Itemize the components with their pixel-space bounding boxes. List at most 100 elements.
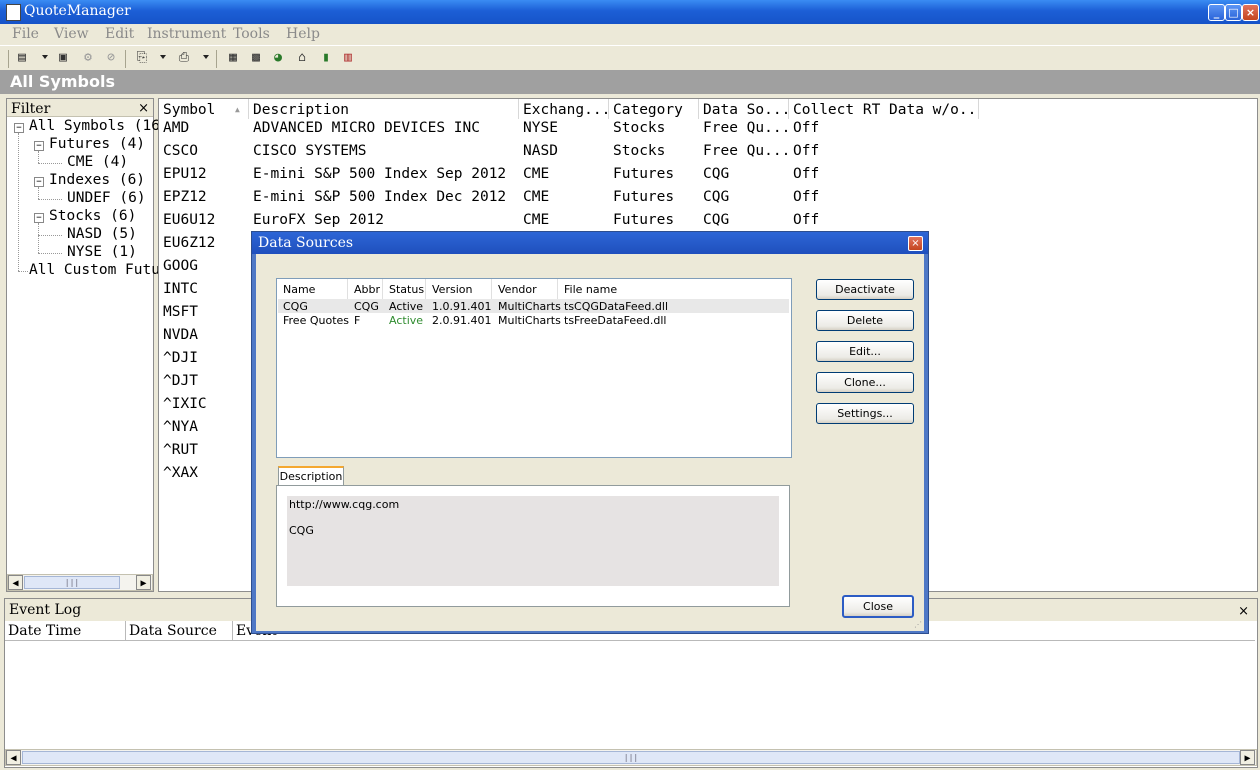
scroll-right-icon[interactable]: ▶ — [136, 575, 151, 590]
scroll-right-icon[interactable]: ▶ — [1240, 750, 1255, 765]
list-header-file-name[interactable]: File name — [558, 279, 789, 299]
bank-icon[interactable]: ⌂ — [294, 50, 310, 66]
pie-icon[interactable]: ◕ — [270, 50, 286, 66]
new-symbol-icon[interactable]: ▤ — [14, 50, 30, 66]
tree-item-stocks[interactable]: Stocks (6) — [49, 208, 136, 224]
tree-item-undef[interactable]: UNDEF (6) — [67, 190, 146, 206]
export-icon[interactable]: ⎙ — [176, 50, 192, 66]
settings-button[interactable]: Settings... — [816, 403, 914, 424]
maximize-button[interactable]: □ — [1225, 4, 1242, 21]
dialog-close-icon[interactable]: × — [908, 236, 923, 251]
table-cell: EU6U12 — [163, 212, 216, 228]
table-cell: AMD — [163, 120, 190, 136]
column-header-category[interactable]: Category — [609, 99, 699, 119]
add-icon[interactable]: ▣ — [55, 50, 71, 66]
close-icon[interactable]: × — [1238, 601, 1249, 623]
scroll-left-icon[interactable]: ◀ — [8, 575, 23, 590]
dialog-titlebar: Data Sources × — [252, 232, 928, 254]
menu-help[interactable]: Help — [286, 26, 320, 42]
description-box: http://www.cqg.com CQG — [287, 496, 779, 586]
table-row[interactable]: EPU12 E-mini S&P 500 Index Sep 2012 CME Fut… — [159, 166, 1257, 189]
column-header-data-source[interactable]: Data Source — [126, 621, 233, 641]
chart-icon[interactable]: ▥ — [340, 50, 356, 66]
list-header-abbr[interactable]: Abbr — [348, 279, 383, 299]
edit-button[interactable]: Edit... — [816, 341, 914, 362]
column-header-symbol[interactable]: Symbol ▲ — [159, 99, 249, 119]
delete-button[interactable]: Delete — [816, 310, 914, 331]
table-cell: Stocks — [613, 143, 666, 159]
tab-description[interactable]: Description — [278, 466, 344, 486]
tree-item-indexes[interactable]: Indexes (6) — [49, 172, 145, 188]
list-header-version[interactable]: Version — [426, 279, 492, 299]
book-icon[interactable]: ▮ — [318, 50, 334, 66]
menu-instrument[interactable]: Instrument — [147, 26, 226, 42]
menu-edit[interactable]: Edit — [105, 26, 134, 42]
column-header-exchange[interactable]: Exchang... — [519, 99, 609, 119]
stop-icon[interactable]: ⊘ — [103, 50, 119, 66]
menu-view[interactable]: View — [54, 26, 89, 42]
menu-tools[interactable]: Tools — [233, 26, 270, 42]
dropdown-arrow-icon[interactable] — [160, 55, 166, 59]
close-window-button[interactable]: × — [1242, 4, 1259, 21]
list-header-name[interactable]: Name — [277, 279, 348, 299]
collapse-icon[interactable]: − — [34, 177, 44, 187]
scroll-thumb[interactable]: ||| — [22, 751, 1240, 764]
toolbar: ▤ ▣ ⚙ ⊘ ⎘ ⎙ ▦ ▩ ◕ ⌂ ▮ ▥ — [0, 45, 1260, 72]
grid-icon[interactable]: ▩ — [248, 50, 264, 66]
tree-item-all-symbols[interactable]: All Symbols (16) — [29, 118, 169, 134]
column-header-description[interactable]: Description — [249, 99, 519, 119]
tree-item-nyse[interactable]: NYSE (1) — [67, 244, 137, 260]
event-log-horizontal-scrollbar[interactable]: ◀ ||| ▶ — [5, 749, 1257, 766]
gear-icon[interactable]: ⚙ — [80, 50, 96, 66]
table-cell: ^IXIC — [163, 396, 207, 412]
table-cell: ADVANCED MICRO DEVICES INC — [253, 120, 480, 136]
table-cell: Free Qu... — [703, 143, 791, 159]
tree-item-cme[interactable]: CME (4) — [67, 154, 128, 170]
dropdown-arrow-icon[interactable] — [203, 55, 209, 59]
column-header-date-time[interactable]: Date Time — [5, 621, 126, 641]
scroll-thumb[interactable]: ||| — [24, 576, 120, 589]
collapse-icon[interactable]: − — [14, 123, 24, 133]
table-row[interactable]: EPZ12 E-mini S&P 500 Index Dec 2012 CME Fut… — [159, 189, 1257, 212]
list-header-status[interactable]: Status — [383, 279, 426, 299]
tree-line — [38, 163, 62, 164]
table-row[interactable]: CSCO CISCO SYSTEMS NASD Stocks Free Qu... Off — [159, 143, 1257, 166]
tree-line — [38, 223, 39, 253]
tree-item-futures[interactable]: Futures (4) — [49, 136, 145, 152]
list-header-vendor[interactable]: Vendor — [492, 279, 558, 299]
deactivate-button[interactable]: Deactivate — [816, 279, 914, 300]
table-cell: ^DJI — [163, 350, 198, 366]
table-row[interactable]: AMD ADVANCED MICRO DEVICES INC NYSE Stocks F… — [159, 120, 1257, 143]
calendar-icon[interactable]: ▦ — [225, 50, 241, 66]
list-cell-vendor: MultiCharts — [498, 314, 561, 327]
close-button[interactable]: Close — [842, 595, 914, 618]
tree-item-nasd[interactable]: NASD (5) — [67, 226, 137, 242]
tree-line — [38, 235, 62, 236]
clone-button[interactable]: Clone... — [816, 372, 914, 393]
collapse-icon[interactable]: − — [34, 141, 44, 151]
filter-horizontal-scrollbar[interactable]: ◀ ||| ▶ — [7, 574, 153, 591]
page-title: All Symbols — [0, 70, 1260, 94]
table-cell: NYSE — [523, 120, 558, 136]
menu-file[interactable]: File — [12, 26, 39, 42]
table-cell: EPU12 — [163, 166, 207, 182]
resize-grip-icon[interactable]: ⋰ — [914, 620, 922, 629]
minimize-button[interactable]: _ — [1208, 4, 1225, 21]
dropdown-arrow-icon[interactable] — [42, 55, 48, 59]
column-header-collect-rt[interactable]: Collect RT Data w/o... — [789, 99, 979, 119]
scroll-left-icon[interactable]: ◀ — [6, 750, 21, 765]
table-cell: EuroFX Sep 2012 — [253, 212, 384, 228]
collapse-icon[interactable]: − — [34, 213, 44, 223]
event-log-title: Event Log — [9, 602, 82, 618]
dialog-body: Name Abbr Status Version Vendor File nam… — [256, 254, 924, 631]
list-cell-abbr: CQG — [354, 300, 379, 313]
table-cell: CME — [523, 212, 550, 228]
import-icon[interactable]: ⎘ — [134, 50, 150, 66]
filter-header: Filter × — [7, 99, 153, 117]
table-cell: ^NYA — [163, 419, 198, 435]
close-icon[interactable]: × — [138, 99, 149, 119]
tree-line — [18, 133, 19, 271]
column-header-data-source[interactable]: Data So... — [699, 99, 789, 119]
list-cell-name: Free Quotes — [283, 314, 350, 327]
tree-line — [18, 271, 28, 272]
